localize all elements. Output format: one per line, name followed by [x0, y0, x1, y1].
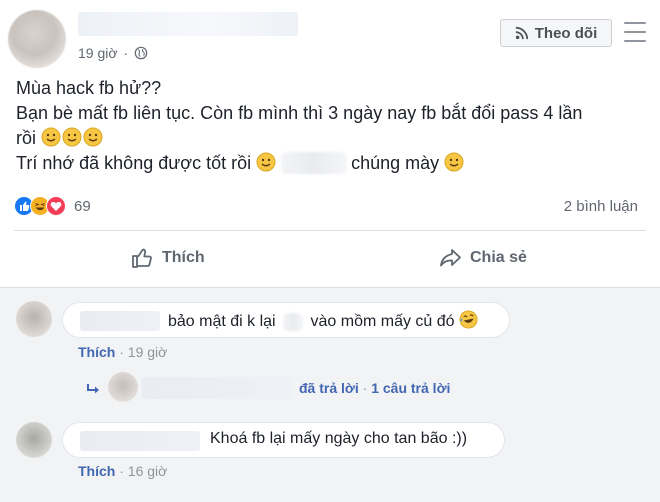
- divider: [14, 230, 646, 231]
- post-timestamp[interactable]: 19 giờ: [78, 45, 118, 61]
- smile-emoji-icon: [256, 152, 276, 172]
- comment-like-link[interactable]: Thích: [78, 344, 115, 360]
- comment-like-link[interactable]: Thích: [78, 463, 115, 479]
- comment-meta: Thích · 16 giờ: [78, 463, 168, 479]
- comment-time[interactable]: 19 giờ: [128, 344, 168, 360]
- replier-avatar[interactable]: [108, 372, 138, 402]
- comment-meta: Thích · 19 giờ: [78, 344, 168, 360]
- comment-text: Khoá fb lại mấy ngày cho tan bão :)): [210, 430, 468, 447]
- author-avatar[interactable]: [8, 10, 66, 68]
- post-line-2: Bạn bè mất fb liên tục. Còn fb mình thì …: [16, 103, 583, 123]
- comment-time[interactable]: 16 giờ: [128, 463, 168, 479]
- commenter-name-blurred[interactable]: [80, 431, 200, 451]
- reaction-count: 69: [74, 197, 91, 215]
- comment-text: bảo mật đi k lại vào mồm mấy củ đó: [168, 310, 479, 331]
- thumbs-up-icon: [132, 248, 152, 268]
- commenter-name-blurred[interactable]: [80, 311, 160, 331]
- smile-emoji-icon: [444, 152, 464, 172]
- commenter-avatar[interactable]: [16, 422, 52, 458]
- meta-dot: ·: [123, 45, 129, 61]
- view-replies-link[interactable]: đã trả lời · 1 câu trả lời: [299, 380, 450, 396]
- post-meta: 19 giờ ·: [78, 45, 148, 61]
- share-arrow-icon: [440, 249, 461, 267]
- follow-label: Theo dõi: [534, 24, 598, 42]
- comment-count[interactable]: 2 bình luận: [564, 198, 638, 215]
- replier-name-blurred[interactable]: [142, 377, 292, 399]
- commenter-avatar[interactable]: [16, 301, 52, 337]
- author-name-blurred[interactable]: [78, 12, 298, 36]
- post-line-4-text: Trí nhớ đã không được tốt rồi: [16, 153, 252, 173]
- love-reaction-icon: [46, 196, 66, 216]
- share-label: Chia sẻ: [470, 249, 527, 266]
- smile-emoji-icon: [83, 127, 103, 147]
- globe-icon: [134, 46, 148, 60]
- post-line-3-text: rồi: [16, 128, 37, 148]
- blurred-text: [283, 313, 304, 331]
- post-body: Mùa hack fb hử?? Bạn bè mất fb liên tục.…: [16, 76, 646, 176]
- reply-arrow-icon: [87, 384, 99, 394]
- post-card: 19 giờ · Theo dõi Mùa hack fb hử?? Bạn b…: [0, 0, 660, 502]
- post-line-1: Mùa hack fb hử??: [16, 78, 162, 98]
- more-menu-icon[interactable]: [624, 22, 646, 42]
- like-button[interactable]: Thích: [130, 246, 205, 270]
- rss-icon: [515, 26, 528, 40]
- smile-emoji-icon: [62, 127, 82, 147]
- follow-button[interactable]: Theo dõi: [500, 19, 612, 47]
- laugh-emoji-icon: [459, 310, 478, 329]
- post-line-3: rồi: [16, 126, 646, 151]
- like-label: Thích: [162, 249, 205, 266]
- post-line-4-end: chúng mày: [351, 153, 440, 173]
- divider: [0, 287, 660, 288]
- blurred-text: [281, 152, 348, 174]
- post-line-4: Trí nhớ đã không được tốt rồi chúng mày: [16, 151, 646, 176]
- share-button[interactable]: Chia sẻ: [438, 246, 527, 270]
- smile-emoji-icon: [41, 127, 61, 147]
- reaction-summary[interactable]: 69: [14, 196, 91, 216]
